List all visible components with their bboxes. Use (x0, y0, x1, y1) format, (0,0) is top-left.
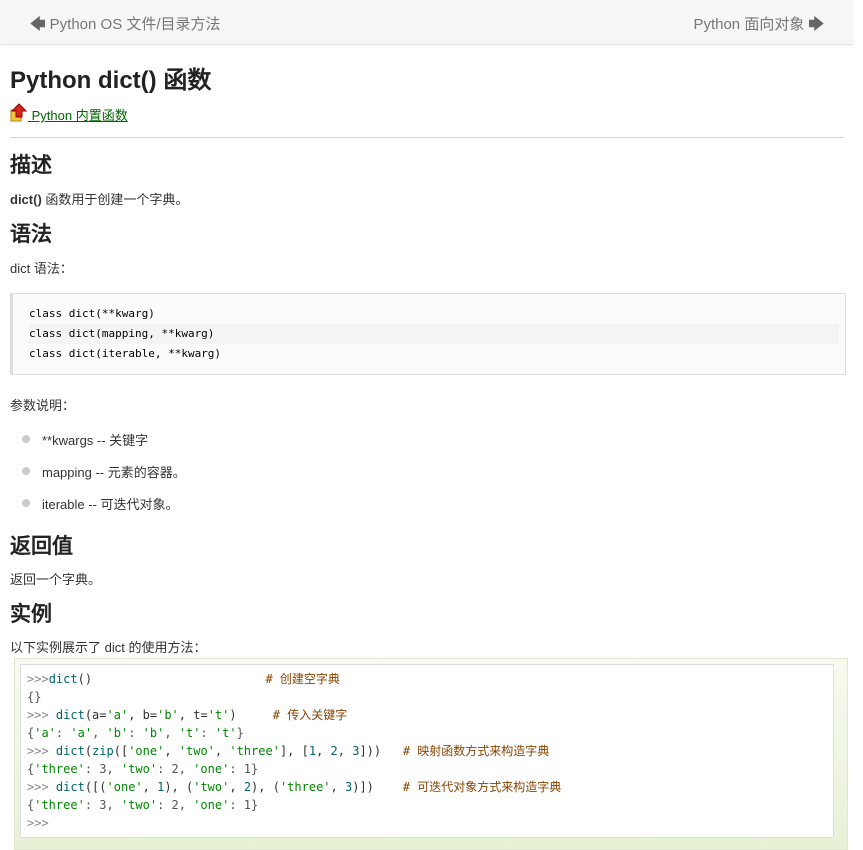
page-title: Python dict() 函数 (10, 67, 212, 94)
bullet-icon (22, 499, 30, 507)
param-text: mapping -- 元素的容器。 (42, 465, 186, 480)
up-arrow-icon (10, 102, 28, 122)
example-intro: 以下实例展示了 dict 的使用方法： (10, 640, 207, 655)
section-heading-example: 实例 (10, 603, 52, 626)
returns-text: 返回一个字典。 (10, 572, 102, 587)
bullet-icon (22, 435, 30, 443)
example-code-block: >>>dict() # 创建空字典 {} >>> dict(a='a', b='b'… (20, 664, 834, 838)
builtin-functions-label: Python 内置函数 (31, 108, 128, 123)
prev-page-label: Python OS 文件/目录方法 (49, 16, 221, 33)
example-code-container: >>>dict() # 创建空字典 {} >>> dict(a='a', b='b'… (14, 658, 848, 850)
syntax-intro: dict 语法： (10, 261, 73, 276)
param-text: **kwargs -- 关键字 (42, 433, 149, 448)
code-line: >>>dict() # 创建空字典 (27, 672, 340, 686)
description-text: dict() 函数用于创建一个字典。 (10, 189, 188, 208)
code-line: {} (27, 690, 42, 704)
syntax-line: class dict(iterable, **kwarg) (29, 347, 222, 360)
syntax-line: class dict(**kwarg) (29, 307, 155, 320)
top-navigation: 🡄 Python OS 文件/目录方法 Python 面向对象 🡆 (0, 0, 853, 45)
next-page-label: Python 面向对象 (693, 16, 805, 33)
arrow-right-icon: 🡆 (808, 16, 825, 33)
next-page-link[interactable]: Python 面向对象 🡆 (693, 13, 824, 39)
code-line: {'a': 'a', 'b': 'b', 't': 't'} (27, 726, 244, 740)
syntax-code-block: class dict(**kwarg) class dict(mapping, … (10, 293, 846, 375)
code-line: {'three': 3, 'two': 2, 'one': 1} (27, 798, 259, 812)
code-line: >>> dict(zip(['one', 'two', 'three'], [1… (27, 744, 550, 758)
code-line: >>> dict([('one', 1), ('two', 2), ('thre… (27, 780, 562, 794)
params-intro: 参数说明： (10, 398, 76, 413)
syntax-line: class dict(mapping, **kwarg) (29, 324, 839, 344)
code-line: {'three': 3, 'two': 2, 'one': 1} (27, 762, 259, 776)
bullet-icon (22, 467, 30, 475)
prev-page-link[interactable]: 🡄 Python OS 文件/目录方法 (30, 13, 221, 39)
code-line: >>> (27, 816, 49, 830)
section-heading-returns: 返回值 (10, 535, 73, 558)
param-text: iterable -- 可迭代对象。 (42, 497, 179, 512)
arrow-left-icon: 🡄 (30, 16, 46, 33)
section-heading-description: 描述 (10, 154, 52, 177)
description-body: 函数用于创建一个字典。 (41, 192, 189, 207)
code-line: >>> dict(a='a', b='b', t='t') # 传入关键字 (27, 708, 348, 722)
divider (10, 137, 844, 138)
builtin-functions-link[interactable]: Python 内置函数 (10, 102, 128, 124)
section-heading-syntax: 语法 (10, 223, 52, 246)
function-name: dict() (10, 192, 42, 207)
